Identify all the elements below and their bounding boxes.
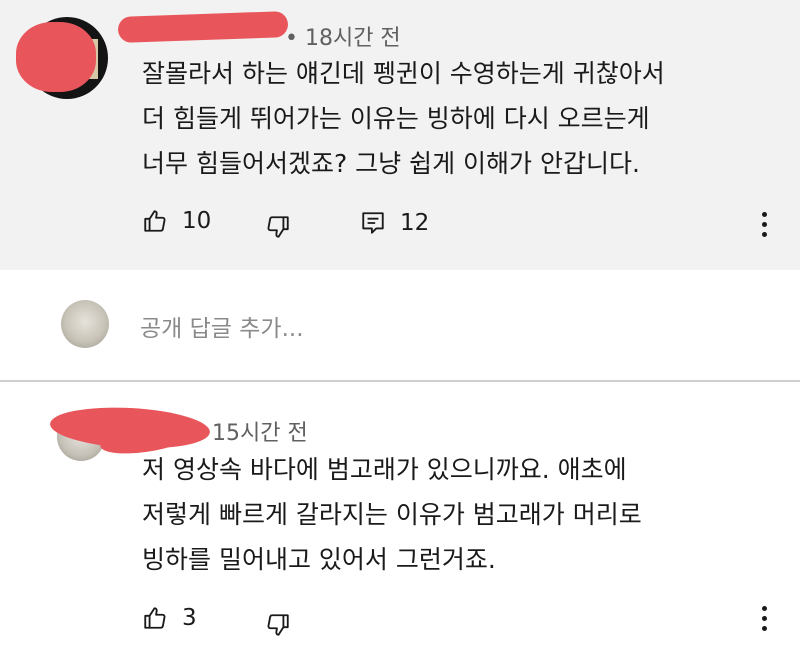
comment-line: 더 힘들게 뛰어가는 이유는 빙하에 다시 오르는게: [142, 104, 650, 133]
thumb-down-icon: [265, 214, 291, 240]
comment-line: 빙하를 밀어내고 있어서 그런거죠.: [142, 545, 496, 574]
like-button[interactable]: 10: [142, 208, 211, 234]
comment-line: 저 영상속 바다에 범고래가 있으니까요. 애초에: [142, 455, 627, 484]
thumb-down-icon: [265, 612, 291, 638]
comment-line: 너무 힘들어서겠죠? 그냥 쉽게 이해가 안갑니다.: [142, 149, 640, 178]
thumb-up-icon: [142, 605, 168, 631]
reply-icon: [360, 210, 386, 236]
comment-text: 저 영상속 바다에 범고래가 있으니까요. 애초에 저렇게 빠르게 갈라지는 이…: [142, 447, 642, 582]
reply-button[interactable]: 12: [360, 210, 429, 236]
thumb-up-icon: [142, 208, 168, 234]
comment-time: • 18시간 전: [285, 26, 401, 51]
like-count: 10: [182, 208, 212, 234]
comment-text: 잘몰라서 하는 얘긴데 펭귄이 수영하는게 귀찮아서 더 힘들게 뛰어가는 이유…: [142, 51, 665, 186]
reply-count: 12: [400, 210, 430, 236]
dislike-button[interactable]: [265, 214, 291, 240]
reply-input[interactable]: 공개 답글 추가...: [140, 309, 304, 343]
reply-input-row[interactable]: [0, 272, 800, 378]
comment-line: 잘몰라서 하는 얘긴데 펭귄이 수영하는게 귀찮아서: [142, 59, 665, 88]
redacted-avatar-overlay: [16, 22, 96, 92]
like-count: 3: [182, 605, 197, 631]
more-vert-icon[interactable]: [762, 212, 770, 242]
avatar: [61, 300, 109, 348]
comment-time: 15시간 전: [212, 421, 308, 446]
comment-line: 저렇게 빠르게 갈라지는 이유가 범고래가 머리로: [142, 500, 642, 529]
more-vert-icon[interactable]: [762, 606, 770, 636]
dislike-button[interactable]: [265, 612, 291, 638]
like-button[interactable]: 3: [142, 605, 197, 631]
divider: [0, 380, 800, 382]
